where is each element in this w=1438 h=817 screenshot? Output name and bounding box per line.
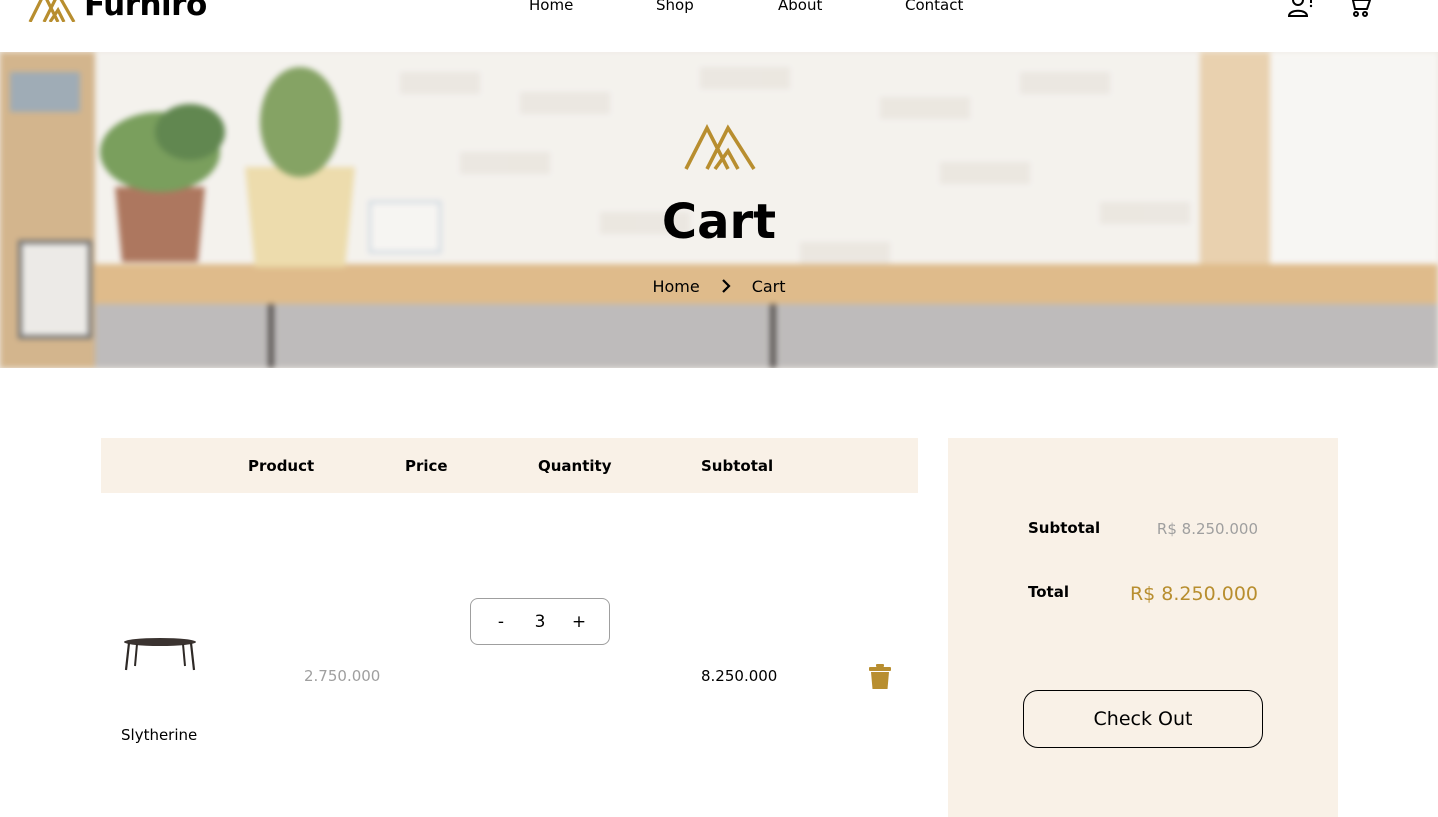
quantity-increment-button[interactable]: + (569, 612, 589, 632)
quantity-stepper: - 3 + (470, 598, 610, 645)
cart-table-header: Product Price Quantity Subtotal (101, 438, 918, 493)
nav-about[interactable]: About (778, 0, 822, 15)
brand-logo[interactable]: Furniro (28, 0, 207, 22)
chevron-right-icon (716, 276, 736, 296)
nav-contact[interactable]: Contact (905, 0, 963, 15)
page-title: Cart (661, 194, 777, 250)
furniro-logo-icon (28, 0, 76, 22)
nav-shop[interactable]: Shop (656, 0, 694, 15)
dining-table-icon[interactable] (123, 634, 197, 674)
cart-icon[interactable] (1346, 0, 1372, 18)
product-name[interactable]: Slytherine (121, 726, 197, 744)
quantity-decrement-button[interactable]: - (491, 612, 511, 632)
column-header-quantity: Quantity (538, 457, 612, 475)
product-price: 2.750.000 (304, 667, 381, 685)
breadcrumb-current: Cart (751, 276, 786, 296)
column-header-product: Product (248, 457, 315, 475)
subtotal-value: R$ 8.250.000 (1156, 520, 1258, 538)
furniro-logo-icon (683, 124, 757, 170)
brand-name: Furniro (84, 0, 207, 23)
nav-home[interactable]: Home (529, 0, 573, 15)
breadcrumb: Home Cart (0, 276, 1438, 296)
hero-banner: Cart Home Cart (0, 52, 1438, 368)
column-header-price: Price (405, 457, 448, 475)
cart-totals-panel: Subtotal R$ 8.250.000 Total R$ 8.250.000… (948, 438, 1338, 817)
total-label: Total (1028, 583, 1069, 601)
quantity-value[interactable]: 3 (525, 612, 555, 632)
cart-table: Product Price Quantity Subtotal Slytheri… (101, 438, 918, 753)
user-alert-icon[interactable] (1288, 0, 1314, 18)
trash-icon[interactable] (868, 664, 892, 690)
subtotal-label: Subtotal (1028, 519, 1101, 537)
column-header-subtotal: Subtotal (701, 457, 774, 475)
total-value: R$ 8.250.000 (1129, 583, 1258, 605)
site-header: Furniro Home Shop About Contact (0, 0, 1438, 52)
checkout-button[interactable]: Check Out (1023, 690, 1263, 748)
cart-item-row: Slytherine 2.750.000 - 3 + 8.250.000 (101, 493, 918, 753)
row-subtotal: 8.250.000 (701, 667, 778, 685)
breadcrumb-home[interactable]: Home (652, 277, 699, 296)
